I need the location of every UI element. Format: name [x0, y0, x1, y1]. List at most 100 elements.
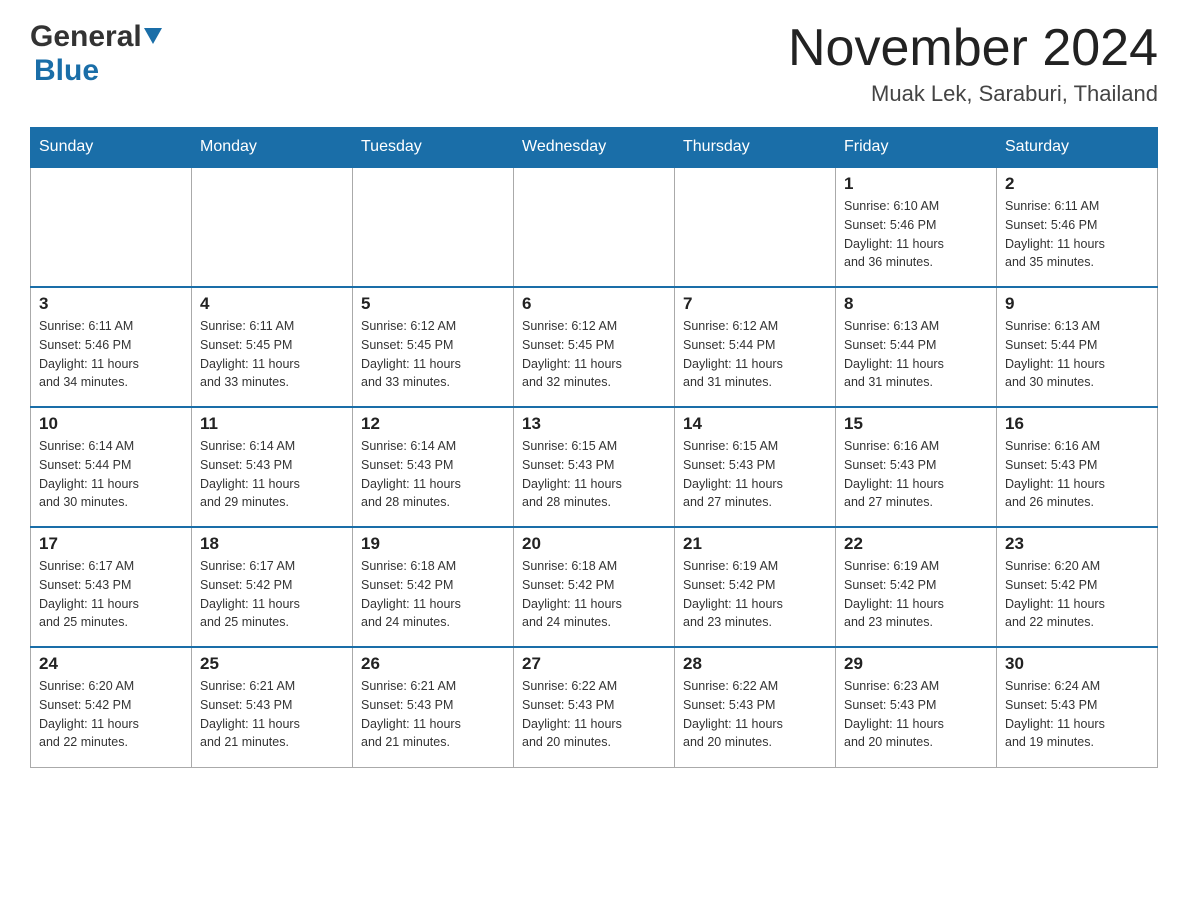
table-row — [675, 167, 836, 287]
day-number: 29 — [844, 654, 988, 674]
day-number: 21 — [683, 534, 827, 554]
calendar-title: November 2024 — [788, 20, 1158, 77]
col-friday: Friday — [836, 128, 997, 168]
table-row — [31, 167, 192, 287]
day-number: 26 — [361, 654, 505, 674]
day-number: 7 — [683, 294, 827, 314]
table-row — [514, 167, 675, 287]
table-row: 23 Sunrise: 6:20 AM Sunset: 5:42 PM Dayli… — [997, 527, 1158, 647]
table-row: 4Sunrise: 6:11 AM Sunset: 5:45 PM Daylig… — [192, 287, 353, 407]
table-row: 13 Sunrise: 6:15 AM Sunset: 5:43 PM Dayli… — [514, 407, 675, 527]
day-info: Sunrise: 6:13 AM Sunset: 5:44 PM Dayligh… — [844, 317, 988, 392]
table-row: 14 Sunrise: 6:15 AM Sunset: 5:43 PM Dayli… — [675, 407, 836, 527]
day-number: 19 — [361, 534, 505, 554]
calendar-title-block: November 2024 Muak Lek, Saraburi, Thaila… — [788, 20, 1158, 107]
day-info: Sunrise: 6:10 AM Sunset: 5:46 PM Dayligh… — [844, 197, 988, 272]
calendar-week-row: 10 Sunrise: 6:14 AM Sunset: 5:44 PM Dayli… — [31, 407, 1158, 527]
day-number: 14 — [683, 414, 827, 434]
calendar-subtitle: Muak Lek, Saraburi, Thailand — [788, 81, 1158, 107]
day-info: Sunrise: 6:21 AM Sunset: 5:43 PM Dayligh… — [361, 677, 505, 752]
logo-general-text: General — [30, 20, 142, 54]
table-row: 2Sunrise: 6:11 AM Sunset: 5:46 PM Daylig… — [997, 167, 1158, 287]
table-row: 26 Sunrise: 6:21 AM Sunset: 5:43 PM Dayli… — [353, 647, 514, 767]
day-info: Sunrise: 6:12 AM Sunset: 5:44 PM Dayligh… — [683, 317, 827, 392]
day-number: 25 — [200, 654, 344, 674]
calendar-table: Sunday Monday Tuesday Wednesday Thursday… — [30, 127, 1158, 768]
day-number: 20 — [522, 534, 666, 554]
table-row: 21 Sunrise: 6:19 AM Sunset: 5:42 PM Dayli… — [675, 527, 836, 647]
day-info: Sunrise: 6:11 AM Sunset: 5:46 PM Dayligh… — [1005, 197, 1149, 272]
table-row: 12 Sunrise: 6:14 AM Sunset: 5:43 PM Dayli… — [353, 407, 514, 527]
table-row: 29Sunrise: 6:23 AM Sunset: 5:43 PM Dayli… — [836, 647, 997, 767]
day-number: 13 — [522, 414, 666, 434]
table-row: 1 Sunrise: 6:10 AM Sunset: 5:46 PM Daylig… — [836, 167, 997, 287]
day-info: Sunrise: 6:14 AM Sunset: 5:44 PM Dayligh… — [39, 437, 183, 512]
logo-arrow-icon — [144, 28, 162, 51]
day-number: 24 — [39, 654, 183, 674]
day-info: Sunrise: 6:15 AM Sunset: 5:43 PM Dayligh… — [522, 437, 666, 512]
day-number: 3 — [39, 294, 183, 314]
table-row: 15Sunrise: 6:16 AM Sunset: 5:43 PM Dayli… — [836, 407, 997, 527]
logo: General Blue — [30, 20, 162, 88]
table-row: 5Sunrise: 6:12 AM Sunset: 5:45 PM Daylig… — [353, 287, 514, 407]
col-saturday: Saturday — [997, 128, 1158, 168]
table-row: 17Sunrise: 6:17 AM Sunset: 5:43 PM Dayli… — [31, 527, 192, 647]
day-number: 17 — [39, 534, 183, 554]
col-tuesday: Tuesday — [353, 128, 514, 168]
day-info: Sunrise: 6:14 AM Sunset: 5:43 PM Dayligh… — [361, 437, 505, 512]
day-info: Sunrise: 6:11 AM Sunset: 5:46 PM Dayligh… — [39, 317, 183, 392]
logo-blue-text: Blue — [34, 54, 99, 87]
day-info: Sunrise: 6:16 AM Sunset: 5:43 PM Dayligh… — [844, 437, 988, 512]
day-info: Sunrise: 6:19 AM Sunset: 5:42 PM Dayligh… — [683, 557, 827, 632]
table-row: 16 Sunrise: 6:16 AM Sunset: 5:43 PM Dayli… — [997, 407, 1158, 527]
day-info: Sunrise: 6:13 AM Sunset: 5:44 PM Dayligh… — [1005, 317, 1149, 392]
table-row: 22 Sunrise: 6:19 AM Sunset: 5:42 PM Dayli… — [836, 527, 997, 647]
day-number: 22 — [844, 534, 988, 554]
day-info: Sunrise: 6:15 AM Sunset: 5:43 PM Dayligh… — [683, 437, 827, 512]
day-info: Sunrise: 6:20 AM Sunset: 5:42 PM Dayligh… — [39, 677, 183, 752]
day-number: 30 — [1005, 654, 1149, 674]
table-row — [192, 167, 353, 287]
table-row: 20Sunrise: 6:18 AM Sunset: 5:42 PM Dayli… — [514, 527, 675, 647]
table-row: 27 Sunrise: 6:22 AM Sunset: 5:43 PM Dayli… — [514, 647, 675, 767]
day-info: Sunrise: 6:24 AM Sunset: 5:43 PM Dayligh… — [1005, 677, 1149, 752]
day-info: Sunrise: 6:21 AM Sunset: 5:43 PM Dayligh… — [200, 677, 344, 752]
day-info: Sunrise: 6:12 AM Sunset: 5:45 PM Dayligh… — [522, 317, 666, 392]
day-info: Sunrise: 6:17 AM Sunset: 5:42 PM Dayligh… — [200, 557, 344, 632]
day-number: 1 — [844, 174, 988, 194]
day-number: 16 — [1005, 414, 1149, 434]
table-row: 6 Sunrise: 6:12 AM Sunset: 5:45 PM Daylig… — [514, 287, 675, 407]
day-info: Sunrise: 6:19 AM Sunset: 5:42 PM Dayligh… — [844, 557, 988, 632]
table-row: 7 Sunrise: 6:12 AM Sunset: 5:44 PM Daylig… — [675, 287, 836, 407]
day-number: 10 — [39, 414, 183, 434]
day-info: Sunrise: 6:18 AM Sunset: 5:42 PM Dayligh… — [361, 557, 505, 632]
day-info: Sunrise: 6:20 AM Sunset: 5:42 PM Dayligh… — [1005, 557, 1149, 632]
day-number: 11 — [200, 414, 344, 434]
day-number: 27 — [522, 654, 666, 674]
calendar-week-row: 3 Sunrise: 6:11 AM Sunset: 5:46 PM Daylig… — [31, 287, 1158, 407]
table-row: 19 Sunrise: 6:18 AM Sunset: 5:42 PM Dayli… — [353, 527, 514, 647]
day-number: 9 — [1005, 294, 1149, 314]
day-number: 12 — [361, 414, 505, 434]
day-info: Sunrise: 6:16 AM Sunset: 5:43 PM Dayligh… — [1005, 437, 1149, 512]
calendar-week-row: 17Sunrise: 6:17 AM Sunset: 5:43 PM Dayli… — [31, 527, 1158, 647]
col-wednesday: Wednesday — [514, 128, 675, 168]
day-number: 18 — [200, 534, 344, 554]
day-number: 28 — [683, 654, 827, 674]
day-number: 6 — [522, 294, 666, 314]
day-info: Sunrise: 6:14 AM Sunset: 5:43 PM Dayligh… — [200, 437, 344, 512]
day-number: 4 — [200, 294, 344, 314]
page-header: General Blue November 2024 Muak Lek, Sar… — [30, 20, 1158, 107]
table-row: 30 Sunrise: 6:24 AM Sunset: 5:43 PM Dayli… — [997, 647, 1158, 767]
calendar-week-row: 1 Sunrise: 6:10 AM Sunset: 5:46 PM Daylig… — [31, 167, 1158, 287]
day-number: 23 — [1005, 534, 1149, 554]
table-row: 11 Sunrise: 6:14 AM Sunset: 5:43 PM Dayli… — [192, 407, 353, 527]
table-row: 10 Sunrise: 6:14 AM Sunset: 5:44 PM Dayli… — [31, 407, 192, 527]
day-info: Sunrise: 6:22 AM Sunset: 5:43 PM Dayligh… — [522, 677, 666, 752]
table-row: 3 Sunrise: 6:11 AM Sunset: 5:46 PM Daylig… — [31, 287, 192, 407]
day-info: Sunrise: 6:22 AM Sunset: 5:43 PM Dayligh… — [683, 677, 827, 752]
day-number: 5 — [361, 294, 505, 314]
col-monday: Monday — [192, 128, 353, 168]
table-row — [353, 167, 514, 287]
table-row: 25 Sunrise: 6:21 AM Sunset: 5:43 PM Dayli… — [192, 647, 353, 767]
